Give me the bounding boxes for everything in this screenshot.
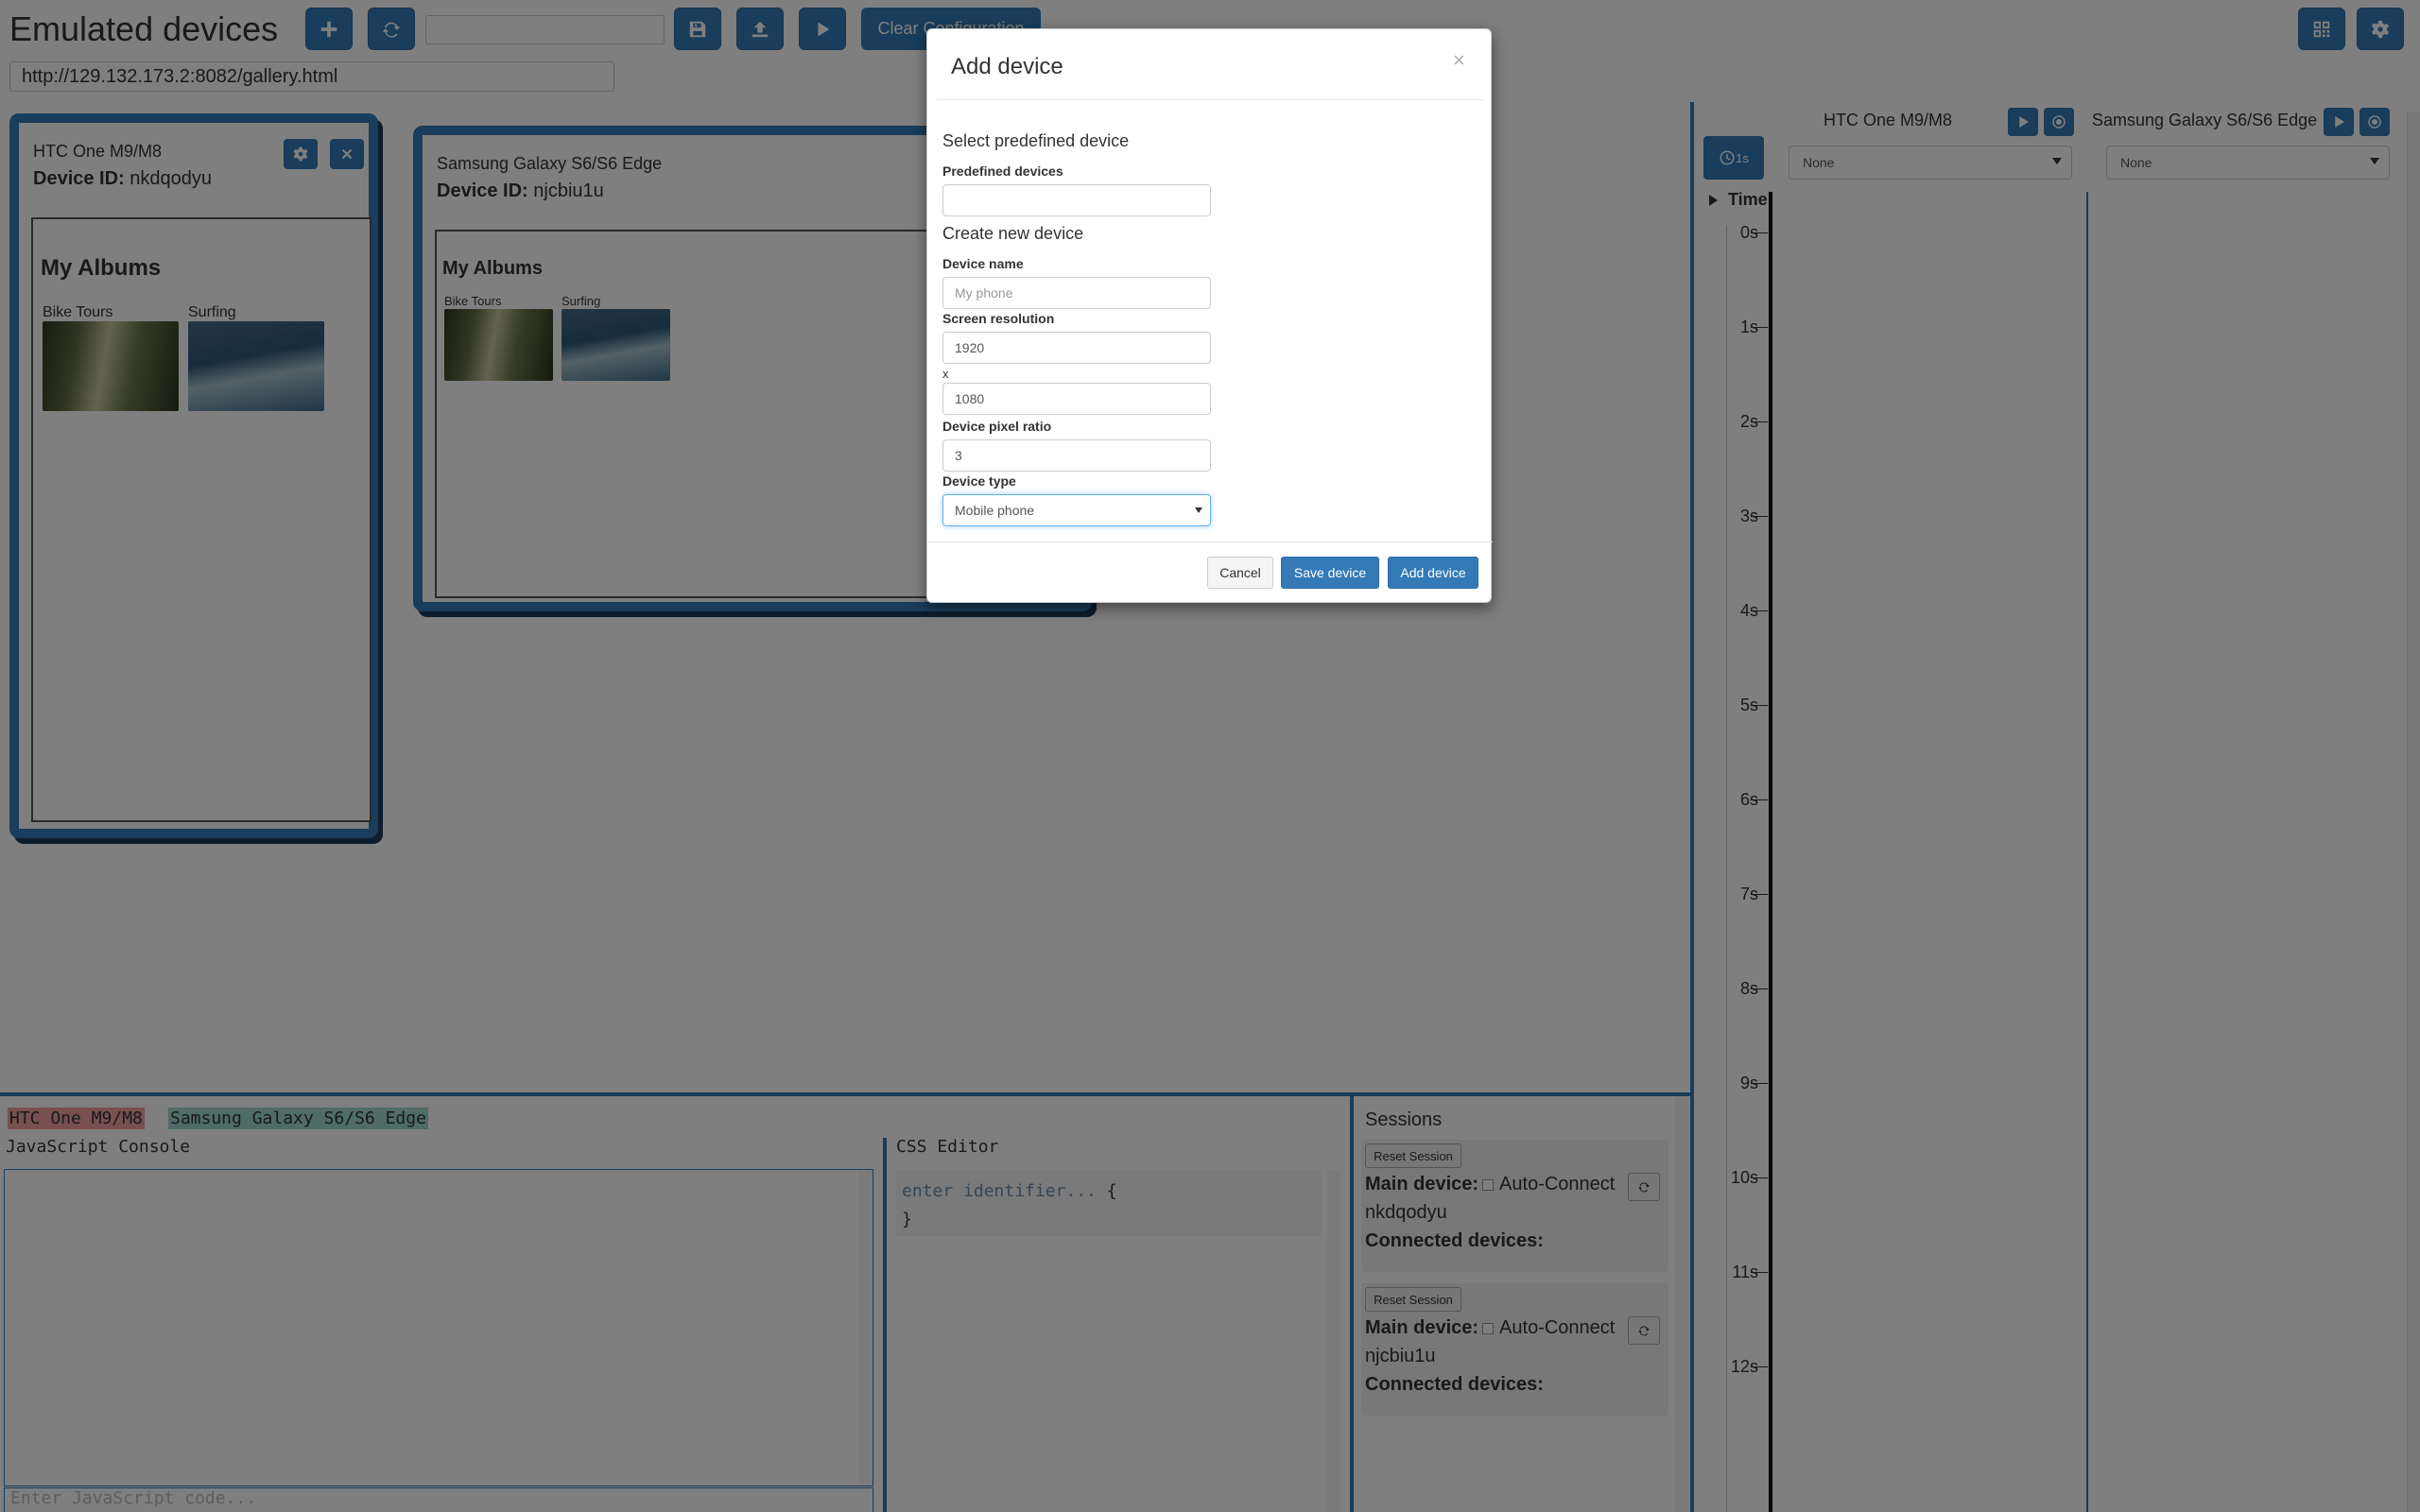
section-create-title: Create new device xyxy=(942,224,1084,243)
modal-close-button[interactable]: × xyxy=(1453,48,1465,73)
cancel-label: Cancel xyxy=(1219,565,1261,580)
pixel-ratio-label: Device pixel ratio xyxy=(942,419,1052,434)
pixel-ratio-input[interactable]: 3 xyxy=(942,439,1211,472)
chevron-down-icon xyxy=(1195,507,1202,513)
device-name-placeholder: My phone xyxy=(955,285,1013,301)
resolution-height-input[interactable]: 1080 xyxy=(942,383,1211,415)
screen-resolution-label: Screen resolution xyxy=(942,311,1055,326)
resolution-height-value: 1080 xyxy=(955,391,985,406)
device-name-input[interactable]: My phone xyxy=(942,277,1211,309)
resolution-width-value: 1920 xyxy=(955,340,985,355)
add-device-label: Add device xyxy=(1400,565,1466,580)
cancel-button[interactable]: Cancel xyxy=(1207,557,1273,589)
device-type-value: Mobile phone xyxy=(955,503,1035,518)
device-name-label: Device name xyxy=(942,256,1024,271)
pixel-ratio-value: 3 xyxy=(955,448,962,463)
save-device-label: Save device xyxy=(1293,565,1367,580)
predefined-devices-input[interactable] xyxy=(942,184,1211,216)
save-device-button[interactable]: Save device xyxy=(1281,557,1379,589)
add-device-confirm-button[interactable]: Add device xyxy=(1388,557,1478,589)
device-type-label: Device type xyxy=(942,473,1016,489)
resolution-separator: x xyxy=(942,367,949,381)
modal-header-divider xyxy=(937,99,1483,100)
resolution-width-input[interactable]: 1920 xyxy=(942,332,1211,364)
modal-footer-divider xyxy=(927,541,1493,542)
section-predefined-title: Select predefined device xyxy=(942,131,1130,150)
add-device-modal: Add device × Select predefined device Pr… xyxy=(926,28,1493,603)
modal-title: Add device xyxy=(951,54,1063,79)
predefined-devices-label: Predefined devices xyxy=(942,163,1063,179)
device-type-select[interactable]: Mobile phone xyxy=(942,494,1211,526)
